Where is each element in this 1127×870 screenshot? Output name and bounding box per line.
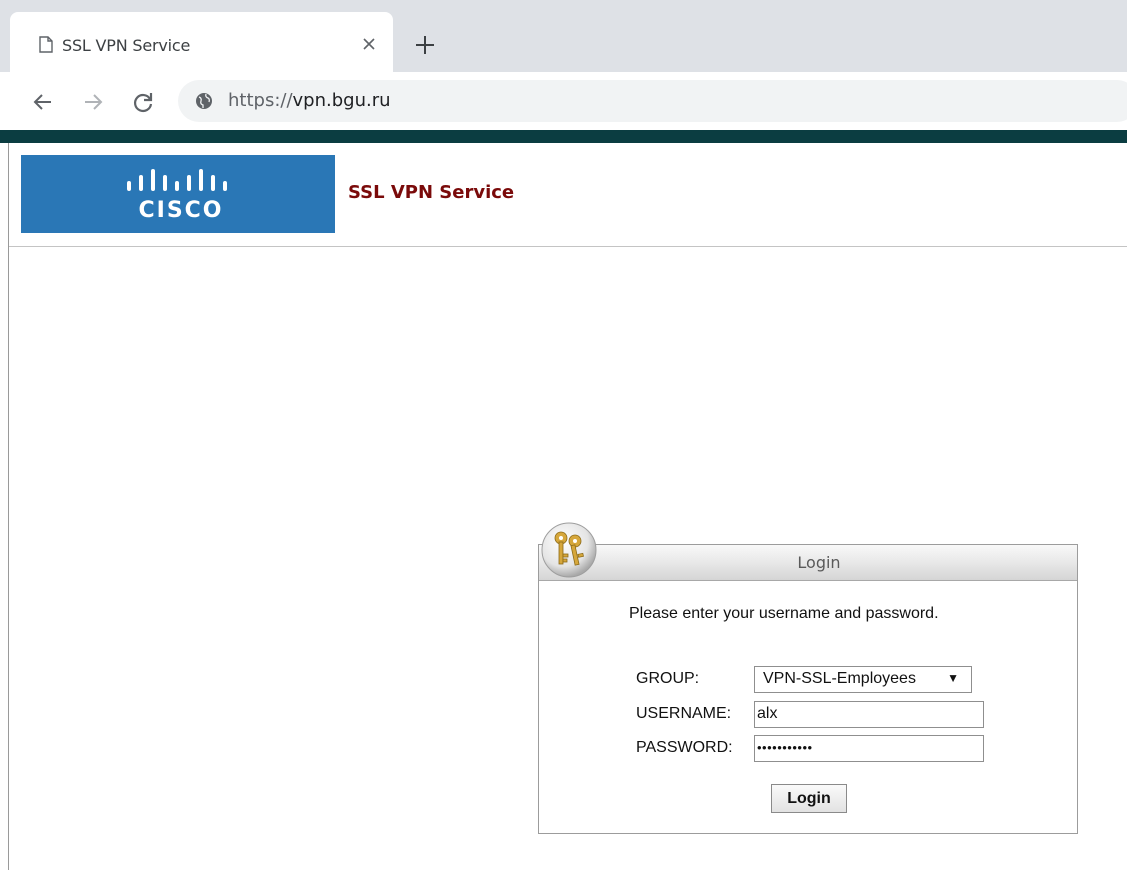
reload-icon[interactable] <box>130 89 156 115</box>
cisco-logo: CISCO <box>21 155 335 233</box>
url-text: https://vpn.bgu.ru <box>228 90 391 111</box>
username-input[interactable]: alx <box>754 701 984 728</box>
username-label: USERNAME: <box>636 705 732 722</box>
page-icon <box>39 36 53 53</box>
password-input[interactable]: ••••••••••• <box>754 735 984 762</box>
close-icon[interactable] <box>359 34 379 54</box>
keys-icon <box>541 522 597 578</box>
login-instruction: Please enter your username and password. <box>629 605 939 622</box>
plus-icon[interactable] <box>412 32 438 58</box>
browser-tab-strip: SSL VPN Service <box>0 0 1127 72</box>
arrow-left-icon[interactable] <box>30 89 56 115</box>
login-title: Login <box>797 553 841 572</box>
url-scheme: https:// <box>228 90 293 111</box>
group-select-value: VPN-SSL-Employees <box>763 670 916 687</box>
browser-tab[interactable]: SSL VPN Service <box>10 12 393 72</box>
address-bar[interactable]: https://vpn.bgu.ru <box>178 80 1127 122</box>
group-select[interactable]: VPN-SSL-Employees ▼ <box>754 666 972 693</box>
browser-toolbar: https://vpn.bgu.ru <box>0 72 1127 130</box>
group-label: GROUP: <box>636 670 700 687</box>
login-panel-header: Login <box>539 545 1077 581</box>
page-title: SSL VPN Service <box>348 182 515 203</box>
header-divider <box>9 246 1127 247</box>
password-label: PASSWORD: <box>636 739 733 756</box>
arrow-right-icon[interactable] <box>80 89 106 115</box>
login-button[interactable]: Login <box>771 784 847 813</box>
left-divider <box>8 143 9 870</box>
cisco-bars-icon <box>127 169 227 191</box>
page-content: CISCO SSL VPN Service Login Please enter… <box>0 130 1127 870</box>
login-panel: Login Please enter your username and pas… <box>538 544 1078 834</box>
dropdown-arrow-icon: ▼ <box>947 671 959 685</box>
tab-title: SSL VPN Service <box>62 36 191 55</box>
cisco-wordmark: CISCO <box>138 198 224 223</box>
url-host: vpn.bgu.ru <box>292 90 391 111</box>
top-accent-bar <box>0 130 1127 143</box>
globe-icon <box>196 93 212 109</box>
